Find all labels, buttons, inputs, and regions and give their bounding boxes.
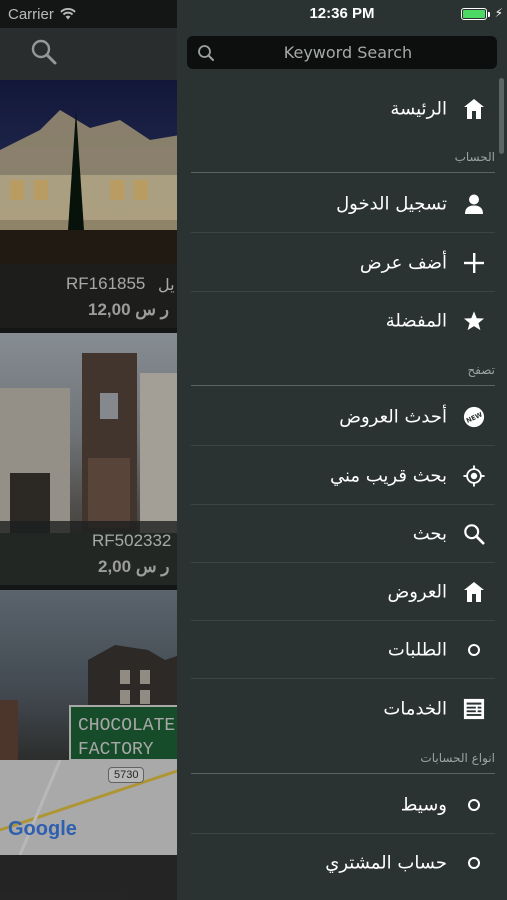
menu-item-label: أضف عرض xyxy=(359,252,447,274)
menu-item-label: بحث xyxy=(412,523,447,545)
side-drawer: 12:36 PM ⚡ الرئيسة الحساب تسجيل الدخول أ… xyxy=(177,0,507,900)
section-divider xyxy=(191,385,495,386)
status-time: 12:36 PM xyxy=(309,5,375,22)
menu-item-buyer-account[interactable]: حساب المشتري xyxy=(191,834,495,892)
home-icon xyxy=(463,98,485,120)
battery-tip xyxy=(488,12,490,17)
home-icon xyxy=(463,581,485,603)
section-divider xyxy=(191,773,495,774)
menu-item-search[interactable]: بحث xyxy=(191,505,495,563)
menu-item-label: أحدث العروض xyxy=(339,406,447,428)
menu-item-requests[interactable]: الطلبات xyxy=(191,621,495,679)
row-divider xyxy=(191,232,495,233)
person-icon xyxy=(463,193,485,215)
menu-item-login[interactable]: تسجيل الدخول xyxy=(191,175,495,233)
keyword-search[interactable] xyxy=(187,36,497,69)
plus-icon xyxy=(463,252,485,274)
menu-item-offers[interactable]: العروض xyxy=(191,563,495,621)
menu-item-search-nearby[interactable]: بحث قريب مني xyxy=(191,447,495,505)
star-icon xyxy=(463,310,485,332)
menu-item-home[interactable]: الرئيسة xyxy=(191,80,495,138)
circle-icon xyxy=(463,852,485,874)
services-icon xyxy=(463,698,485,720)
section-title: تصفح xyxy=(467,363,495,377)
menu-item-label: العروض xyxy=(387,581,447,603)
circle-icon xyxy=(463,639,485,661)
scrollbar-thumb[interactable] xyxy=(499,78,504,154)
menu-item-label: بحث قريب مني xyxy=(329,465,447,487)
menu-item-services[interactable]: الخدمات xyxy=(191,680,495,738)
section-divider xyxy=(191,172,495,173)
battery-level xyxy=(463,10,485,18)
search-icon xyxy=(463,523,485,545)
search-icon xyxy=(197,44,215,62)
row-divider xyxy=(191,445,495,446)
new-badge-icon: NEW xyxy=(463,406,485,428)
menu-item-label: تسجيل الدخول xyxy=(336,193,447,215)
menu-item-label: الرئيسة xyxy=(390,98,447,120)
menu-item-label: حساب المشتري xyxy=(325,852,447,874)
section-title: الحساب xyxy=(454,150,495,164)
menu-item-label: وسيط xyxy=(400,794,447,816)
menu-item-favorites[interactable]: المفضلة xyxy=(191,292,495,350)
search-input[interactable] xyxy=(223,36,473,69)
status-bar: 12:36 PM ⚡ xyxy=(177,0,507,28)
row-divider xyxy=(191,678,495,679)
menu-item-label: الطلبات xyxy=(387,639,447,661)
section-title: انواع الحسابات xyxy=(420,751,495,765)
menu-item-latest-offers[interactable]: NEW أحدث العروض xyxy=(191,388,495,446)
menu-item-broker[interactable]: وسيط xyxy=(191,776,495,834)
menu-item-label: الخدمات xyxy=(383,698,447,720)
menu-item-add-listing[interactable]: أضف عرض xyxy=(191,234,495,292)
drawer-overlay[interactable] xyxy=(0,0,180,900)
charging-icon: ⚡ xyxy=(494,6,503,20)
menu-item-label: المفضلة xyxy=(385,310,447,332)
circle-icon xyxy=(463,794,485,816)
battery-icon xyxy=(461,8,487,20)
location-target-icon xyxy=(463,465,485,487)
